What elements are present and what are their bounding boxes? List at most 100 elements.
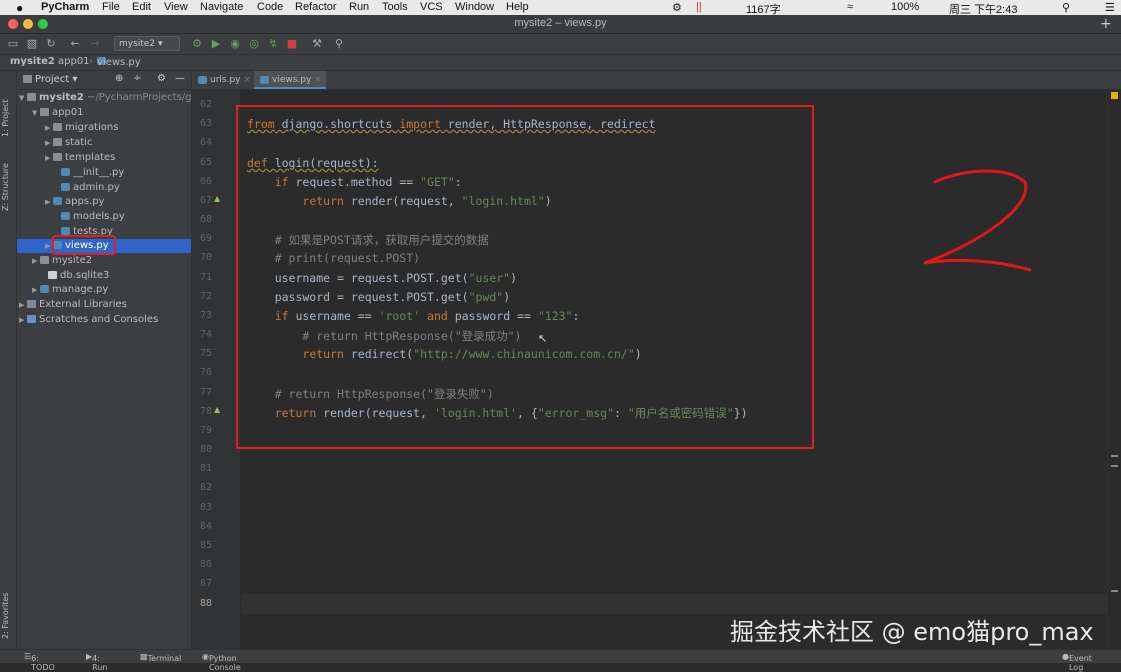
menu-view[interactable]: View [164, 1, 188, 13]
watermark-text: 掘金技术社区 @ emo猫pro_max [730, 618, 1094, 646]
tree-item-manage[interactable]: ▶ manage.py [32, 284, 108, 298]
close-tab-icon[interactable]: × [314, 75, 322, 85]
tree-item-external-libraries[interactable]: ▶ External Libraries [19, 299, 127, 313]
python-console-button[interactable]: ◉ Python Console [202, 652, 241, 672]
apple-icon[interactable]: ● [16, 1, 23, 15]
handwritten-number-annotation [923, 169, 1032, 272]
menu-help[interactable]: Help [506, 1, 529, 13]
scroll-marker [1111, 465, 1118, 467]
wifi-icon[interactable]: ≈ [847, 1, 853, 13]
tree-item-apps[interactable]: ▶ apps.py [45, 196, 104, 210]
profile-icon[interactable]: ↯ [266, 37, 280, 51]
menu-run[interactable]: Run [349, 1, 369, 13]
tab-structure-tool[interactable]: Z: Structure [1, 147, 15, 211]
tree-item-templates[interactable]: ▶ templates [45, 152, 115, 166]
run-config-select[interactable]: mysite2 ▾ [114, 36, 180, 51]
window-titlebar: mysite2 – views.py + [0, 15, 1121, 34]
tree-item-models[interactable]: models.py [53, 211, 125, 225]
tab-label: urls.py [210, 75, 241, 85]
folder-icon [40, 256, 49, 264]
tab-views[interactable]: views.py × [254, 71, 326, 89]
line-number: 83 [199, 502, 212, 513]
tab-project-tool[interactable]: 1: Project [1, 77, 15, 137]
menu-refactor[interactable]: Refactor [295, 1, 337, 13]
tab-label: views.py [272, 75, 312, 85]
tree-label: manage.py [52, 284, 109, 295]
status-icons[interactable]: ⚙ [672, 1, 682, 14]
breadcrumb-sep: › [89, 56, 93, 67]
tree-item-app01[interactable]: ▼ app01 [32, 107, 84, 121]
line-number: 66 [199, 176, 212, 187]
menu-vcs[interactable]: VCS [420, 1, 443, 13]
line-number: 76 [199, 367, 212, 378]
stop-icon[interactable]: ■ [285, 37, 299, 51]
hide-panel-icon[interactable]: — [175, 73, 185, 84]
menu-file[interactable]: File [102, 1, 120, 13]
todo-tool-button[interactable]: ☰ 6: TODO [24, 652, 55, 672]
line-number: 71 [199, 272, 212, 283]
gear-icon[interactable]: ⚙ [157, 73, 166, 84]
wrench-icon[interactable]: ⚒ [310, 37, 324, 51]
sync-icon[interactable]: ↻ [44, 37, 58, 51]
forward-icon[interactable]: → [88, 37, 102, 51]
project-view-select[interactable]: Project ▾ [23, 74, 77, 85]
breadcrumb-sep: › [50, 56, 54, 67]
menu-code[interactable]: Code [257, 1, 283, 13]
line-number: 78 [199, 406, 212, 417]
tree-item-mysite2-root[interactable]: ▼ mysite2 ~/PycharmProjects/g [19, 92, 192, 106]
line-number: 84 [199, 521, 212, 532]
menu-window[interactable]: Window [455, 1, 494, 13]
override-gutter-icon[interactable]: ▲ [214, 194, 220, 203]
tree-item-init[interactable]: __init__.py [53, 167, 124, 181]
python-console-label: Python Console [208, 654, 241, 672]
run-label: 4: Run [92, 654, 108, 672]
tab-urls[interactable]: urls.py × [192, 71, 252, 89]
event-log-button[interactable]: ● Event Log [1062, 652, 1092, 672]
tab-favorites-tool[interactable]: 2: Favorites [1, 579, 15, 639]
scroll-marker [1111, 455, 1118, 457]
line-number: 69 [199, 233, 212, 244]
tree-item-db[interactable]: db.sqlite3 [40, 270, 109, 284]
menu-navigate[interactable]: Navigate [200, 1, 243, 13]
line-number: 87 [199, 578, 212, 589]
python-file-icon [61, 212, 70, 220]
build-icon[interactable]: ⚙ [190, 37, 204, 51]
pause-icon[interactable]: || [696, 1, 702, 13]
tree-item-admin[interactable]: admin.py [53, 182, 120, 196]
close-tab-icon[interactable]: × [243, 75, 251, 85]
app-name-menu[interactable]: PyCharm [41, 1, 89, 13]
editor-scrollbar[interactable] [1107, 90, 1121, 649]
tree-item-scratches[interactable]: ▶ Scratches and Consoles [19, 314, 158, 328]
project-icon [23, 75, 32, 83]
menu-edit[interactable]: Edit [132, 1, 151, 13]
python-file-icon [198, 75, 207, 84]
debug-icon[interactable]: ◉ [228, 37, 242, 51]
coverage-icon[interactable]: ◎ [247, 37, 261, 51]
back-icon[interactable]: ← [68, 37, 82, 51]
breadcrumb-project[interactable]: mysite2 [10, 56, 55, 67]
line-number: 70 [199, 252, 212, 263]
red-annotation-box-tree [52, 235, 116, 255]
locate-icon[interactable]: ⊕ [115, 73, 123, 84]
tree-item-mysite2-sub[interactable]: ▶ mysite2 [32, 255, 92, 269]
folder-icon [53, 138, 62, 146]
collapse-icon[interactable]: ÷ [133, 73, 141, 84]
run-icon[interactable]: ▶ [209, 37, 223, 51]
search-icon[interactable]: ⚲ [332, 37, 346, 51]
tree-label: __init__.py [73, 167, 125, 178]
save-icon[interactable]: ▧ [25, 37, 39, 51]
menu-list-icon[interactable]: ☰ [1105, 1, 1115, 14]
line-number: 85 [199, 540, 212, 551]
menu-tools[interactable]: Tools [382, 1, 408, 13]
tree-label: apps.py [65, 196, 105, 207]
open-folder-icon[interactable]: ▭ [6, 37, 20, 51]
tree-item-static[interactable]: ▶ static [45, 137, 92, 151]
tree-item-migrations[interactable]: ▶ migrations [45, 122, 118, 136]
warning-marker-icon[interactable] [1111, 92, 1118, 99]
run-tool-button[interactable]: ▶ 4: Run [86, 652, 108, 672]
override-gutter-icon[interactable]: ▲ [214, 405, 220, 414]
spotlight-icon[interactable]: ⚲ [1062, 1, 1070, 14]
breadcrumb-app01[interactable]: app01 [58, 56, 90, 67]
left-tool-strip: 1: Project Z: Structure 2: Favorites [0, 71, 17, 649]
terminal-tool-button[interactable]: ▩ Terminal [140, 652, 181, 663]
